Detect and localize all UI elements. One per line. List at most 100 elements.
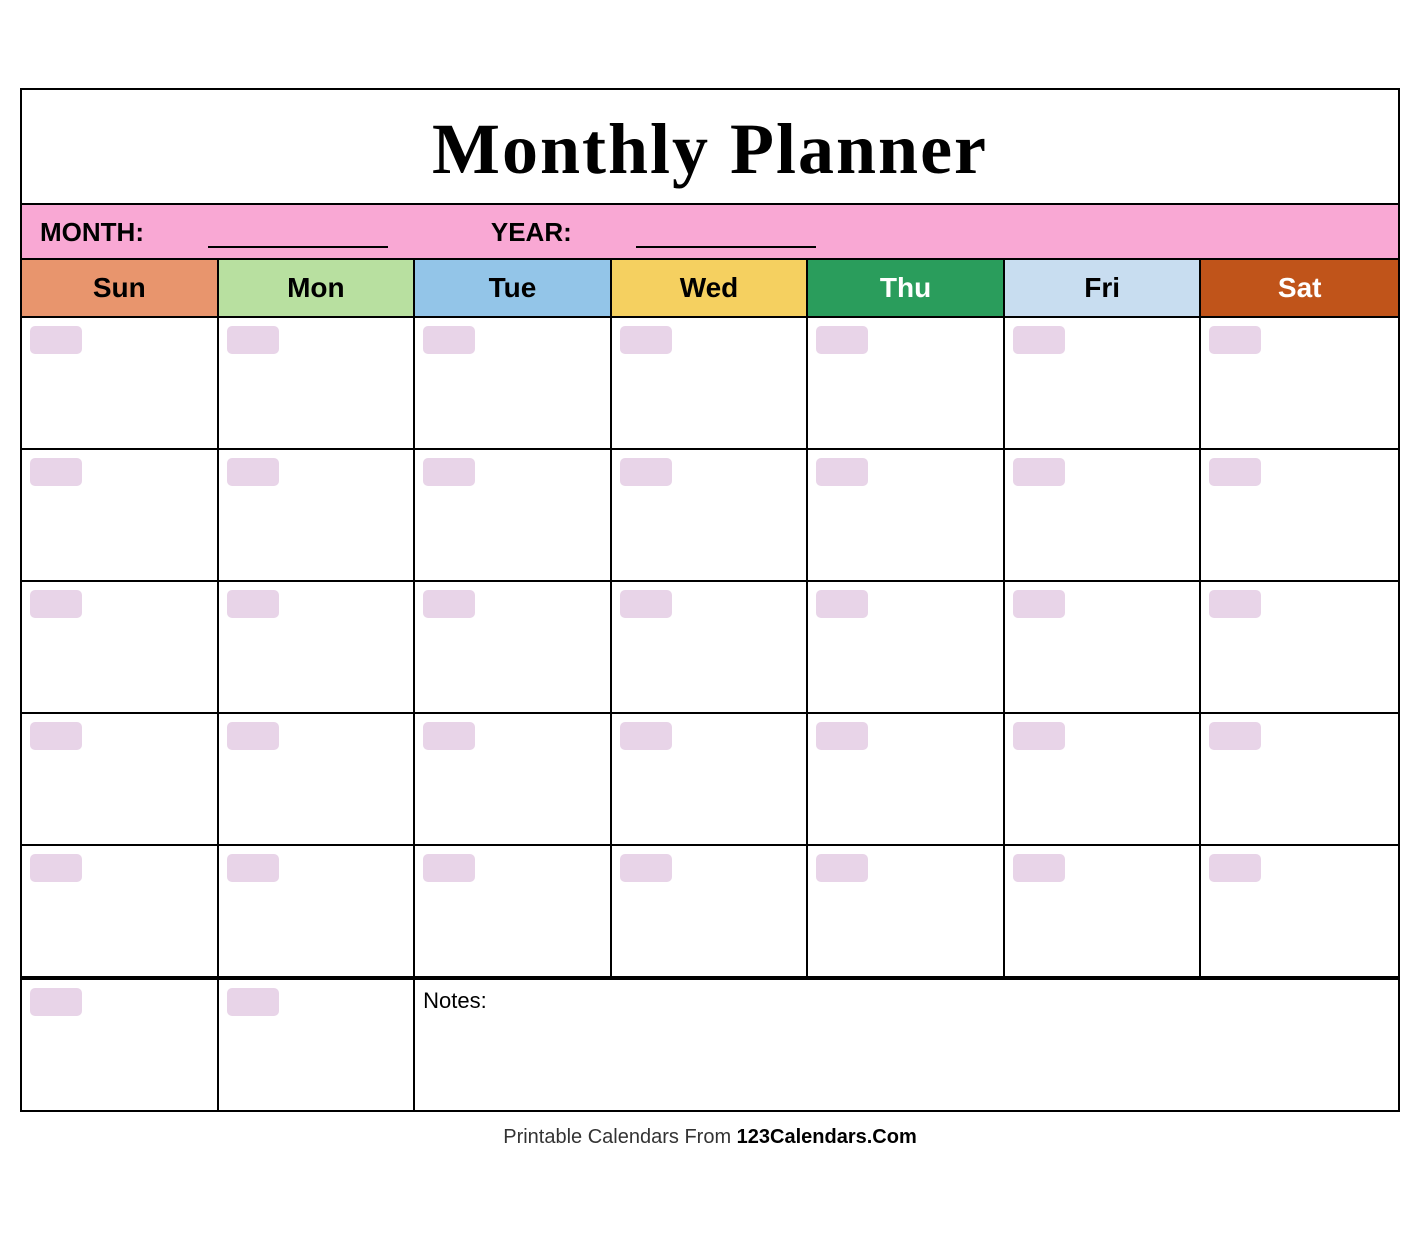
calendar-row-1 [22, 318, 1398, 450]
notes-cell-sun [22, 980, 219, 1110]
cell-r1-tue [415, 318, 612, 448]
cell-r1-sun [22, 318, 219, 448]
date-badge [30, 458, 82, 486]
footer-brand: 123Calendars.Com [737, 1126, 917, 1148]
date-badge [30, 590, 82, 618]
cell-r4-mon [219, 714, 416, 844]
date-badge [423, 722, 475, 750]
day-headers: Sun Mon Tue Wed Thu Fri Sat [22, 260, 1398, 318]
date-badge [30, 326, 82, 354]
month-label: MONTH: [40, 217, 144, 247]
cell-r1-mon [219, 318, 416, 448]
date-badge [423, 854, 475, 882]
date-badge [1209, 854, 1261, 882]
cell-r4-tue [415, 714, 612, 844]
cell-r4-wed [612, 714, 809, 844]
cell-r5-thu [808, 846, 1005, 976]
cell-r4-sun [22, 714, 219, 844]
date-badge [1013, 722, 1065, 750]
date-badge [423, 326, 475, 354]
notes-content: Notes: [415, 980, 1398, 1110]
date-badge [1013, 458, 1065, 486]
date-badge [227, 988, 279, 1016]
cell-r1-wed [612, 318, 809, 448]
header-mon: Mon [219, 260, 416, 316]
page-wrapper: Monthly Planner MONTH: YEAR: Sun Mon Tue… [20, 88, 1400, 1163]
cell-r5-fri [1005, 846, 1202, 976]
date-badge [620, 722, 672, 750]
date-badge [227, 458, 279, 486]
cell-r4-thu [808, 714, 1005, 844]
cell-r2-wed [612, 450, 809, 580]
date-badge [1209, 722, 1261, 750]
cell-r5-sat [1201, 846, 1398, 976]
cell-r5-sun [22, 846, 219, 976]
cell-r5-tue [415, 846, 612, 976]
notes-row: Notes: [22, 978, 1398, 1110]
date-badge [227, 326, 279, 354]
date-badge [816, 458, 868, 486]
date-badge [1209, 590, 1261, 618]
date-badge [1209, 458, 1261, 486]
cell-r1-fri [1005, 318, 1202, 448]
date-badge [620, 326, 672, 354]
header-tue: Tue [415, 260, 612, 316]
date-badge [423, 590, 475, 618]
planner-container: Monthly Planner MONTH: YEAR: Sun Mon Tue… [20, 88, 1400, 1112]
date-badge [816, 590, 868, 618]
date-badge [227, 590, 279, 618]
header-wed: Wed [612, 260, 809, 316]
year-label: YEAR: [491, 217, 572, 247]
date-badge [620, 458, 672, 486]
date-badge [620, 854, 672, 882]
date-badge [816, 326, 868, 354]
notes-label: Notes: [423, 988, 487, 1013]
year-underline [636, 215, 816, 248]
footer: Printable Calendars From 123Calendars.Co… [20, 1112, 1400, 1163]
cell-r1-sat [1201, 318, 1398, 448]
cell-r3-tue [415, 582, 612, 712]
date-badge [1013, 854, 1065, 882]
calendar-row-2 [22, 450, 1398, 582]
cell-r2-sun [22, 450, 219, 580]
date-badge [816, 722, 868, 750]
cell-r2-fri [1005, 450, 1202, 580]
header-thu: Thu [808, 260, 1005, 316]
cell-r3-fri [1005, 582, 1202, 712]
cell-r2-tue [415, 450, 612, 580]
date-badge [30, 854, 82, 882]
cell-r3-wed [612, 582, 809, 712]
cell-r4-sat [1201, 714, 1398, 844]
calendar-row-5 [22, 846, 1398, 978]
date-badge [227, 854, 279, 882]
calendar-grid: Notes: [22, 318, 1398, 1110]
date-badge [423, 458, 475, 486]
header-fri: Fri [1005, 260, 1202, 316]
date-badge [30, 722, 82, 750]
date-badge [30, 988, 82, 1016]
calendar-row-3 [22, 582, 1398, 714]
header-sun: Sun [22, 260, 219, 316]
date-badge [227, 722, 279, 750]
cell-r2-sat [1201, 450, 1398, 580]
header-sat: Sat [1201, 260, 1398, 316]
date-badge [620, 590, 672, 618]
month-year-bar: MONTH: YEAR: [22, 205, 1398, 260]
cell-r3-thu [808, 582, 1005, 712]
date-badge [1209, 326, 1261, 354]
cell-r4-fri [1005, 714, 1202, 844]
cell-r1-thu [808, 318, 1005, 448]
notes-cell-mon [219, 980, 416, 1110]
cell-r2-thu [808, 450, 1005, 580]
cell-r5-wed [612, 846, 809, 976]
date-badge [816, 854, 868, 882]
cell-r3-mon [219, 582, 416, 712]
date-badge [1013, 590, 1065, 618]
date-badge [1013, 326, 1065, 354]
cell-r5-mon [219, 846, 416, 976]
footer-text: Printable Calendars From [503, 1126, 736, 1148]
planner-title: Monthly Planner [432, 109, 988, 189]
cell-r3-sun [22, 582, 219, 712]
title-area: Monthly Planner [22, 90, 1398, 205]
cell-r3-sat [1201, 582, 1398, 712]
